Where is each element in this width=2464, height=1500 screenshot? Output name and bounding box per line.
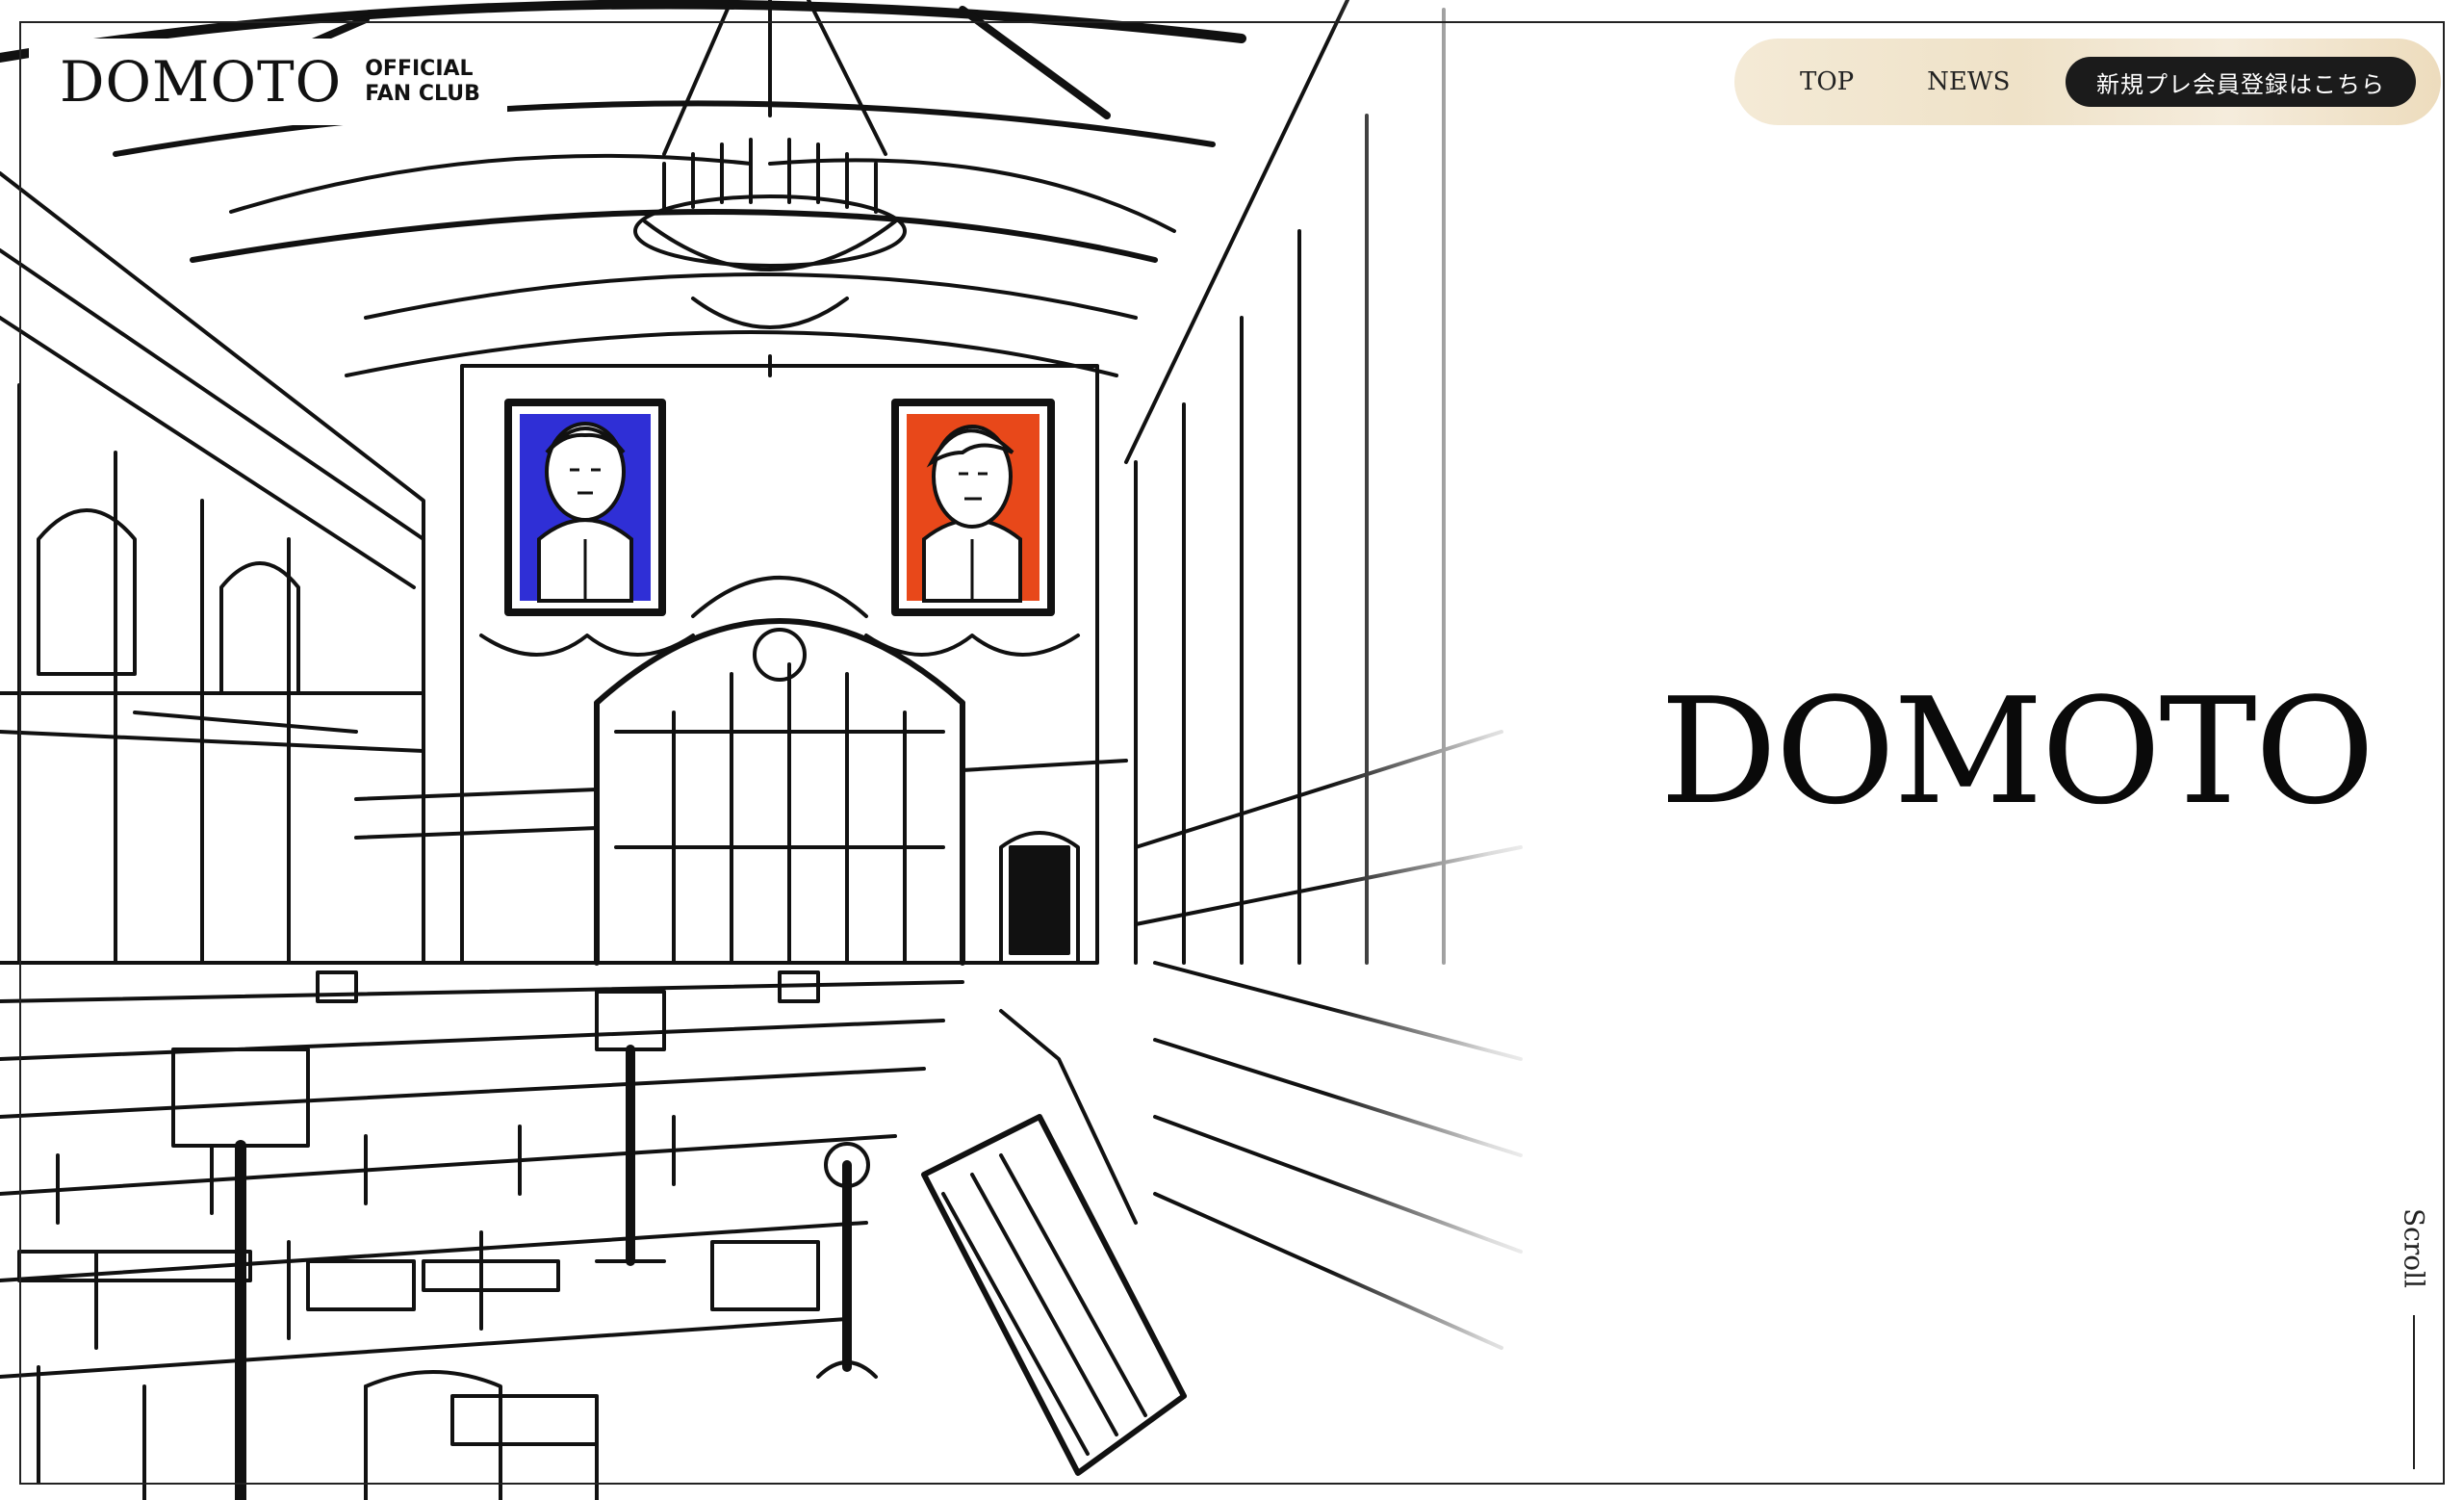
- logo-subtitle-line2: FAN CLUB: [365, 82, 480, 106]
- logo-subtitle: OFFICIAL FAN CLUB: [365, 57, 480, 107]
- site-logo[interactable]: DOMOTO OFFICIAL FAN CLUB: [29, 39, 507, 125]
- scroll-line: [2413, 1315, 2415, 1470]
- nav-top-link[interactable]: TOP: [1800, 67, 1854, 96]
- hero-illustration: [0, 0, 1530, 1500]
- library-illustration: [0, 0, 1523, 1500]
- illustration-fade: [1328, 0, 1559, 1500]
- nav-news-link[interactable]: NEWS: [1927, 67, 2010, 96]
- hero-title: DOMOTO: [1659, 666, 2375, 837]
- main-nav: TOP NEWS 新規プレ会員登録はこちら: [1734, 39, 2441, 125]
- scroll-label: Scroll: [2398, 1208, 2430, 1289]
- logo-subtitle-line1: OFFICIAL: [365, 57, 474, 81]
- page: DOMOTO OFFICIAL FAN CLUB TOP NEWS 新規プレ会員…: [0, 0, 2464, 1500]
- pre-member-register-button[interactable]: 新規プレ会員登録はこちら: [2066, 57, 2416, 107]
- logo-wordmark: DOMOTO: [60, 49, 343, 115]
- scroll-indicator[interactable]: Scroll: [2395, 1208, 2433, 1470]
